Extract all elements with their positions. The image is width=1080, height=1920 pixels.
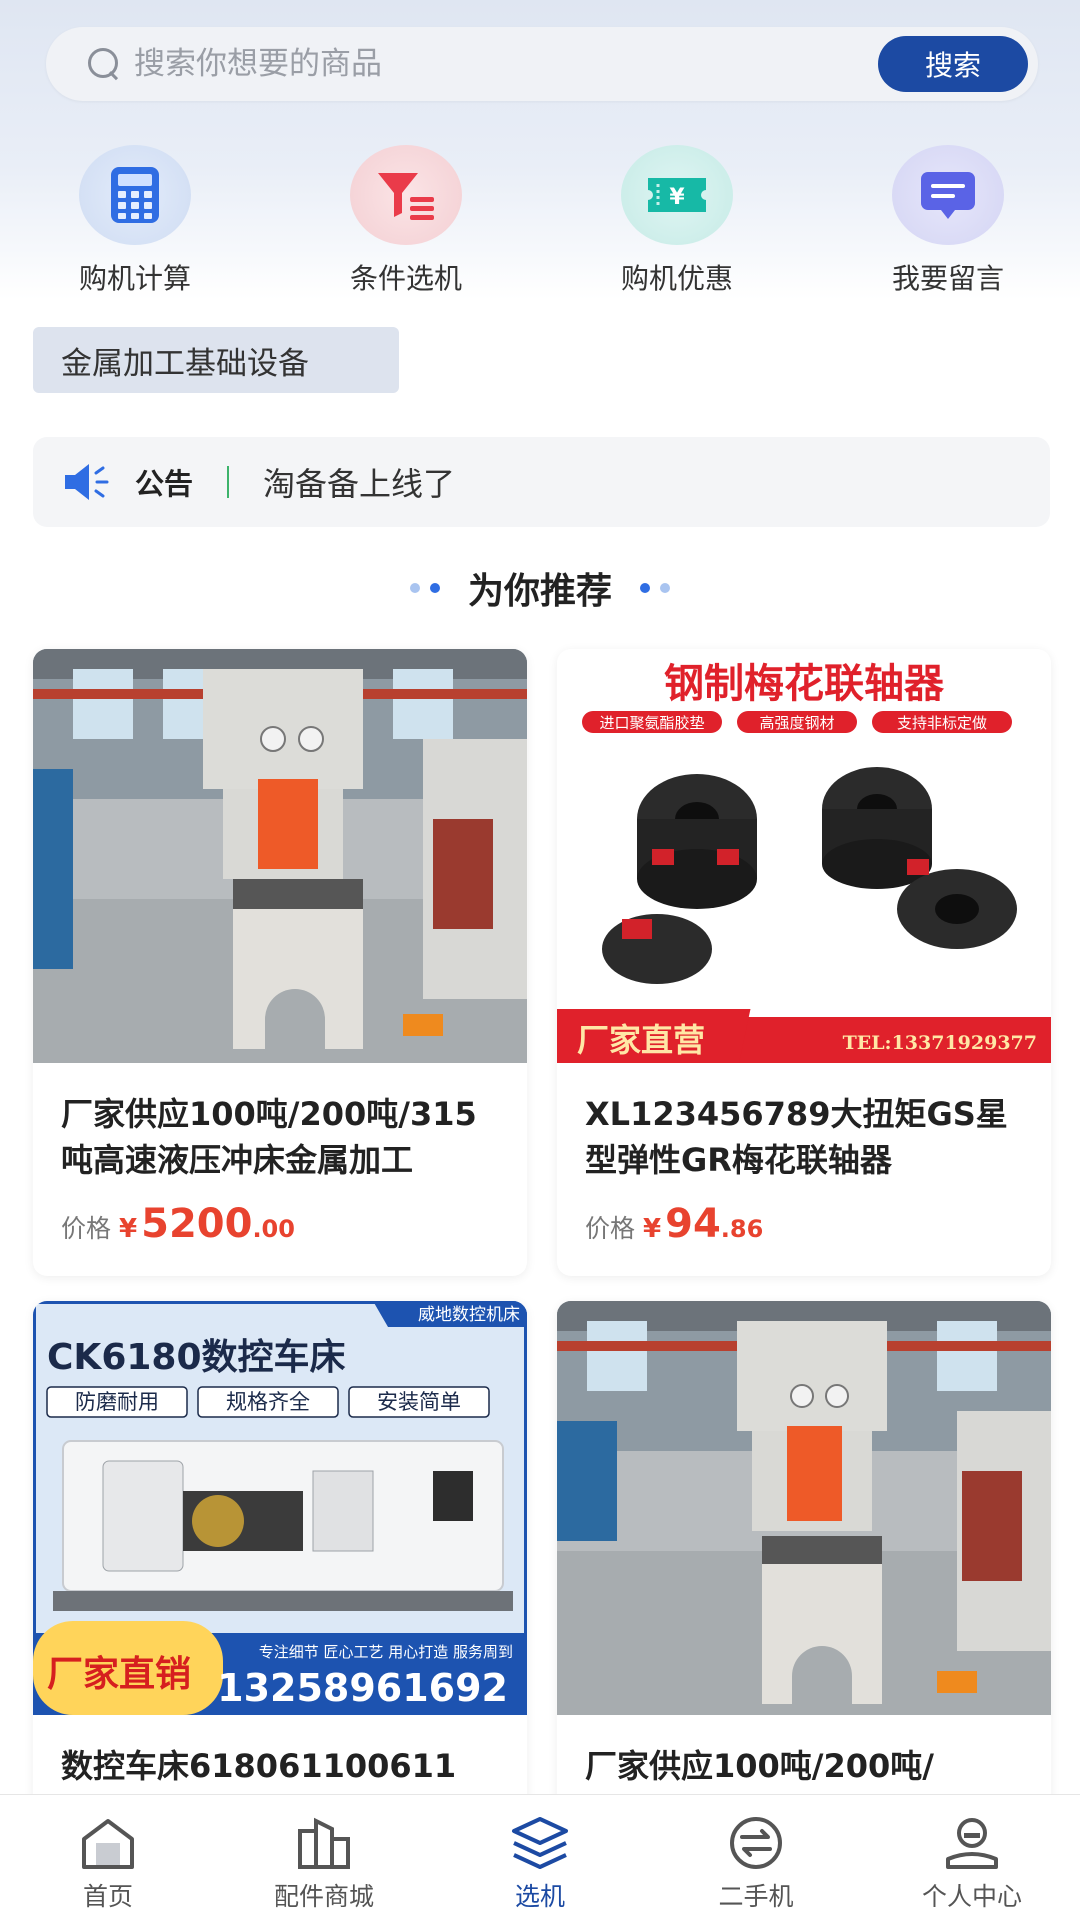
nav-item-home[interactable]: 首页 — [0, 1795, 216, 1920]
nav-label: 首页 — [82, 1882, 133, 1911]
mall-icon — [298, 1817, 350, 1869]
section-title: 为你推荐 — [467, 571, 612, 612]
price-currency: ¥ — [643, 1214, 662, 1244]
ticket-icon: ¥ — [621, 145, 733, 245]
notice-tag: 公告 — [135, 467, 194, 501]
product-image[interactable] — [557, 1301, 1051, 1715]
product-title: 厂家供应100吨/200吨/315吨高速液压冲床金属加工 — [61, 1095, 477, 1179]
recommend-header: 为你推荐 — [0, 560, 1080, 616]
nav-item-select[interactable]: 选机 — [432, 1795, 648, 1920]
layers-icon — [512, 1817, 568, 1869]
search-button[interactable]: 搜索 — [878, 36, 1028, 92]
filter-icon — [350, 145, 462, 245]
nav-label: 二手机 — [718, 1882, 794, 1911]
quick-action-calculate[interactable]: 购机计算 — [25, 145, 245, 297]
image-tag: 进口聚氨酯胶垫 — [599, 714, 704, 732]
product-title: XL123456789大扭矩GS星型弹性GR梅花联轴器 — [585, 1095, 1008, 1179]
category-chip[interactable]: 金属加工基础设备 — [33, 327, 399, 393]
image-banner: 厂家直营 — [577, 1021, 705, 1059]
image-tag: 支持非标定做 — [897, 714, 987, 732]
image-tag: 安装简单 — [377, 1390, 461, 1414]
product-image[interactable]: 威地数控机床 CK6180数控车床 防磨耐用 规格齐全 安装简单 厂家直销 专注… — [33, 1301, 527, 1715]
quick-actions: 购机计算 条件选机 ¥ 购机优惠 我要留言 — [0, 145, 1080, 295]
image-tel: TEL:13371929377 — [843, 1032, 1037, 1054]
message-icon — [892, 145, 1004, 245]
image-tag: 规格齐全 — [226, 1390, 310, 1414]
image-corner: 威地数控机床 — [418, 1305, 520, 1325]
product-image[interactable]: 钢制梅花联轴器 进口聚氨酯胶垫 高强度钢材 支持非标定做 厂家直营 TEL:13… — [557, 649, 1051, 1063]
quick-action-label: 条件选机 — [349, 262, 462, 295]
price-label: 价格 — [585, 1214, 636, 1243]
product-price: 价格 ¥ 94 .86 — [557, 1183, 1051, 1247]
product-image[interactable] — [33, 649, 527, 1063]
notice-divider — [227, 466, 230, 498]
image-phone: 13258961692 — [217, 1666, 508, 1710]
image-slogan: 专注细节 匠心工艺 用心打造 服务周到 — [259, 1643, 513, 1661]
quick-action-label: 购机优惠 — [620, 262, 733, 295]
image-badge: 厂家直销 — [47, 1654, 191, 1695]
speaker-icon — [65, 464, 109, 500]
notice-bar[interactable]: 公告 淘备备上线了 — [33, 437, 1050, 527]
product-card[interactable]: 威地数控机床 CK6180数控车床 防磨耐用 规格齐全 安装简单 厂家直销 专注… — [33, 1301, 527, 1821]
user-icon — [946, 1818, 998, 1869]
search-bar[interactable]: 搜索 — [46, 27, 1038, 101]
calculator-icon — [79, 145, 191, 245]
exchange-icon — [730, 1817, 782, 1869]
quick-action-filter[interactable]: 条件选机 — [296, 145, 516, 297]
price-integer: 5200 — [141, 1201, 253, 1247]
quick-action-message[interactable]: 我要留言 — [838, 145, 1058, 297]
price-currency: ¥ — [119, 1214, 138, 1244]
quick-action-label: 我要留言 — [891, 262, 1004, 295]
search-input[interactable] — [134, 34, 878, 94]
quick-action-discount[interactable]: ¥ 购机优惠 — [567, 145, 787, 297]
price-label: 价格 — [61, 1214, 112, 1243]
price-decimal: .86 — [720, 1215, 764, 1243]
home-icon — [82, 1819, 134, 1869]
image-tag: 高强度钢材 — [759, 714, 834, 732]
quick-action-label: 购机计算 — [78, 262, 191, 295]
product-card[interactable]: 厂家供应100吨/200吨/ — [557, 1301, 1051, 1821]
search-icon — [86, 46, 122, 82]
decor-dots-left — [409, 583, 440, 593]
decor-dots-right — [640, 583, 670, 593]
bottom-nav: 首页 配件商城 选机 二手机 个人中心 — [0, 1794, 1080, 1920]
nav-label: 个人中心 — [921, 1882, 1022, 1911]
nav-label: 选机 — [514, 1882, 565, 1911]
product-price: 价格 ¥ 5200 .00 — [33, 1183, 527, 1247]
product-card[interactable]: 钢制梅花联轴器 进口聚氨酯胶垫 高强度钢材 支持非标定做 厂家直营 TEL:13… — [557, 649, 1051, 1276]
nav-label: 配件商城 — [273, 1882, 374, 1911]
nav-item-profile[interactable]: 个人中心 — [864, 1795, 1080, 1920]
svg-text:¥: ¥ — [669, 185, 685, 210]
nav-item-mall[interactable]: 配件商城 — [216, 1795, 432, 1920]
notice-text: 淘备备上线了 — [263, 465, 456, 503]
nav-item-used[interactable]: 二手机 — [648, 1795, 864, 1920]
price-decimal: .00 — [252, 1215, 295, 1243]
image-headline: CK6180数控车床 — [47, 1337, 346, 1378]
image-tag: 防磨耐用 — [75, 1390, 159, 1414]
price-integer: 94 — [665, 1201, 721, 1247]
image-headline: 钢制梅花联轴器 — [664, 661, 945, 707]
product-card[interactable]: 厂家供应100吨/200吨/315吨高速液压冲床金属加工 价格 ¥ 5200 .… — [33, 649, 527, 1276]
